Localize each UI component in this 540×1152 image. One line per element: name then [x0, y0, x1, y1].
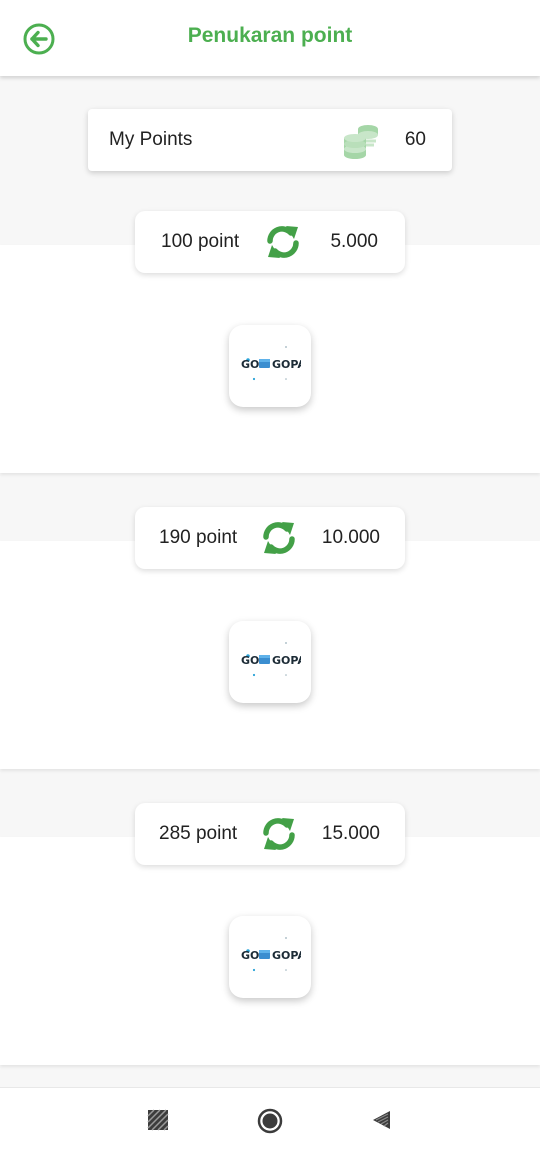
coins-stack-icon: [344, 125, 378, 159]
offer-points: 190 point: [159, 527, 238, 548]
back-nav-button[interactable]: [370, 1108, 396, 1134]
my-points-label: My Points: [109, 129, 193, 150]
offer-points: 285 point: [159, 823, 238, 844]
recents-button[interactable]: [146, 1108, 172, 1134]
app-screen: Penukaran point My Points 60 100 point 5…: [0, 0, 540, 1152]
offer-amount: 5.000: [330, 231, 378, 252]
exchange-arrows-icon: [267, 226, 299, 258]
recents-icon: [147, 1109, 169, 1131]
page-title: Penukaran point: [187, 24, 353, 47]
gopay-logo: GO GOPAY: [241, 642, 301, 677]
svg-text:GOPAY: GOPAY: [272, 654, 301, 667]
my-points-card: My Points 60: [88, 109, 452, 171]
exchange-arrows-icon: [263, 818, 295, 850]
exchange-arrows-icon: [263, 522, 295, 554]
system-nav-bar: [0, 1087, 540, 1152]
svg-text:GO: GO: [241, 949, 259, 962]
offer-points: 100 point: [161, 231, 240, 252]
svg-text:GOPAY: GOPAY: [272, 949, 301, 962]
svg-text:GO: GO: [241, 358, 259, 371]
offer-pill[interactable]: 190 point 10.000: [135, 507, 405, 569]
offer-pill[interactable]: 100 point 5.000: [135, 211, 405, 273]
home-button[interactable]: [257, 1108, 283, 1134]
gopay-button[interactable]: GO GOPAY: [229, 621, 311, 703]
gopay-logo: GO GOPAY: [241, 937, 301, 972]
offer-amount: 10.000: [321, 527, 380, 548]
gopay-button[interactable]: GO GOPAY: [229, 916, 311, 998]
offer-amount: 15.000: [321, 823, 380, 844]
app-header: Penukaran point: [0, 0, 540, 76]
gopay-logo: GO GOPAY: [241, 346, 301, 381]
back-triangle-icon: [373, 1111, 390, 1129]
home-icon: [257, 1108, 283, 1134]
svg-text:GO: GO: [241, 654, 259, 667]
svg-text:GOPAY: GOPAY: [272, 358, 301, 371]
my-points-value: 60: [404, 129, 426, 150]
offer-pill[interactable]: 285 point 15.000: [135, 803, 405, 865]
gopay-button[interactable]: GO GOPAY: [229, 325, 311, 407]
